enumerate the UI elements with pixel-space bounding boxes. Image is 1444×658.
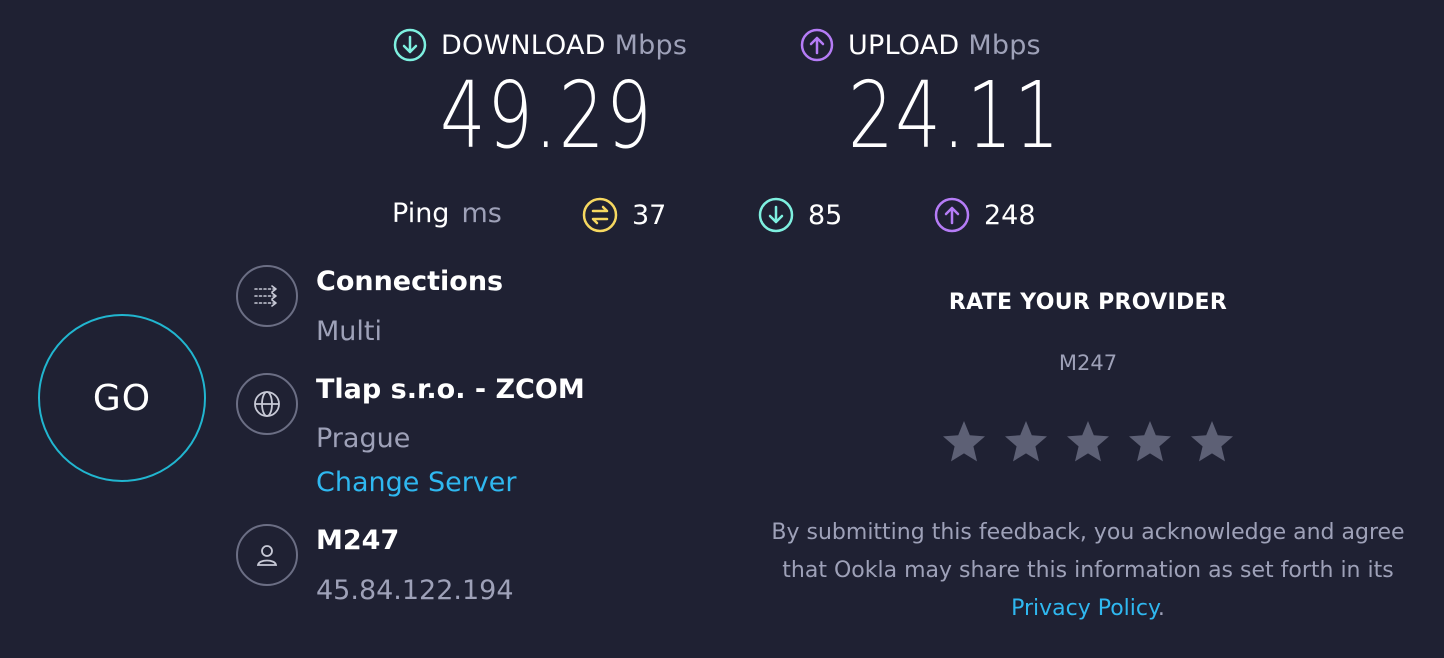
- globe-shape: [254, 391, 280, 417]
- download-header: DOWNLOAD Mbps: [393, 28, 687, 62]
- ping-upload-value: 248: [984, 199, 1036, 231]
- ping-download: 85: [758, 197, 842, 233]
- upload-label: UPLOAD: [848, 29, 960, 61]
- idle-latency-icon: [582, 197, 618, 233]
- ping-label-group: Ping ms: [392, 198, 502, 229]
- ping-label: Ping: [392, 198, 450, 229]
- star-rating: [940, 418, 1236, 466]
- globe-icon: [236, 373, 298, 435]
- star-icon-3[interactable]: [1064, 418, 1112, 466]
- download-value: 49.29: [440, 62, 654, 169]
- star-icon-1[interactable]: [940, 418, 988, 466]
- change-server-link[interactable]: Change Server: [316, 467, 517, 498]
- arrow-up-circle-icon: [934, 197, 970, 233]
- privacy-policy-link[interactable]: Privacy Policy: [1011, 596, 1158, 621]
- arrow-up-circle-icon: [800, 28, 834, 62]
- user-icon: [236, 524, 298, 586]
- provider-ip: 45.84.122.194: [316, 575, 514, 606]
- disclaimer-text: By submitting this feedback, you acknowl…: [771, 520, 1405, 583]
- ping-upload: 248: [934, 197, 1036, 233]
- star-icon-5[interactable]: [1188, 418, 1236, 466]
- upload-value: 24.11: [848, 62, 1062, 169]
- connections-value[interactable]: Multi: [316, 316, 382, 347]
- arrow-down-circle-icon: [758, 197, 794, 233]
- download-unit: Mbps: [614, 29, 688, 61]
- star-icon-2[interactable]: [1002, 418, 1050, 466]
- rate-section: RATE YOUR PROVIDER M247: [768, 290, 1408, 375]
- ping-unit: ms: [461, 198, 502, 229]
- server-location: Prague: [316, 423, 411, 454]
- provider-title: M247: [316, 525, 400, 556]
- connections-title: Connections: [316, 266, 504, 297]
- download-label: DOWNLOAD: [441, 29, 606, 61]
- ping-idle: 37: [582, 197, 666, 233]
- arrow-down-circle-icon: [393, 28, 427, 62]
- upload-header: UPLOAD Mbps: [800, 28, 1041, 62]
- connections-arrows-icon: [254, 285, 277, 307]
- rate-provider-name: M247: [1058, 351, 1118, 375]
- go-label: GO: [92, 377, 152, 419]
- ping-idle-value: 37: [632, 199, 667, 231]
- upload-unit: Mbps: [968, 29, 1041, 61]
- connections-icon[interactable]: [236, 265, 298, 327]
- user-shape: [256, 545, 278, 566]
- server-title: Tlap s.r.o. - ZCOM: [316, 374, 585, 405]
- feedback-disclaimer: By submitting this feedback, you acknowl…: [768, 514, 1408, 628]
- star-icon-4[interactable]: [1126, 418, 1174, 466]
- ping-download-value: 85: [808, 199, 843, 231]
- rate-title: RATE YOUR PROVIDER: [948, 290, 1228, 315]
- go-button[interactable]: GO: [38, 314, 206, 482]
- disclaimer-period: .: [1157, 596, 1165, 621]
